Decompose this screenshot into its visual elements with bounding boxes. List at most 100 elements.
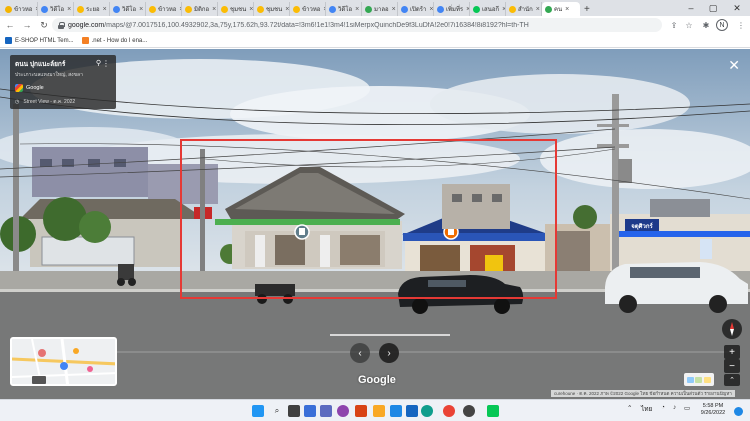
browser-tab[interactable]: วิดีโอ × [38, 2, 74, 16]
tab-close-icon[interactable]: × [139, 6, 143, 13]
bookmark-item[interactable]: .net - How do I ena... [81, 37, 147, 44]
camera-icon[interactable] [463, 405, 475, 417]
powerpoint-icon[interactable] [355, 405, 367, 417]
tab-favicon-icon [257, 5, 264, 13]
line-icon[interactable] [487, 405, 499, 417]
browser-tab[interactable]: ระยอ × [74, 2, 110, 16]
browser-tab[interactable]: ข้าวหอ× [290, 2, 326, 16]
browser-tab[interactable]: เสนอกี × [470, 2, 506, 16]
google-watermark: Google [358, 374, 396, 386]
profile-avatar[interactable]: N [716, 19, 728, 31]
file-explorer-icon[interactable] [373, 405, 385, 417]
volume-icon[interactable]: ♪ [673, 404, 676, 411]
tab-favicon-icon [113, 5, 120, 13]
browser-tab[interactable]: เปิดร้า × [398, 2, 434, 16]
bookmark-star-icon[interactable]: ☆ [683, 19, 695, 31]
tab-label: ข้าวหอ [14, 7, 33, 13]
bookmark-favicon-icon [81, 37, 89, 44]
tab-close-icon[interactable]: × [536, 6, 540, 13]
task-view-icon[interactable] [288, 405, 300, 417]
tab-favicon-icon [149, 5, 156, 13]
shop-sign-text: จตุศิวกร์ [631, 222, 653, 230]
compass-icon[interactable] [722, 319, 742, 339]
capture-date[interactable]: ◷ Street View - ต.ค. 2022 [15, 98, 111, 106]
location-pin-icon[interactable]: ⚲ [96, 59, 101, 67]
tab-close-icon[interactable]: × [67, 6, 71, 13]
battery-icon[interactable]: ▭ [684, 404, 690, 412]
widgets-icon[interactable] [304, 405, 316, 417]
browser-tab[interactable]: มาลอ × [362, 2, 398, 16]
browser-tab[interactable]: ชุมชน × [254, 2, 290, 16]
teams-icon[interactable] [320, 405, 332, 417]
tab-favicon-icon [77, 5, 84, 13]
tab-close-icon[interactable]: × [249, 6, 253, 13]
tab-close-icon[interactable]: × [103, 6, 107, 13]
street-view-panorama[interactable]: อาหารทะเล จตุศิวกร์ [0, 49, 750, 399]
tray-chevron-icon[interactable]: ⌃ [627, 404, 632, 412]
provider-line: Google [15, 84, 111, 92]
maximize-button[interactable]: ▢ [702, 0, 724, 16]
minimap[interactable] [10, 337, 117, 386]
tab-label: เปิดร้า [410, 7, 427, 13]
address-bar[interactable]: google.com/maps/@7.0017516,100.4932902,3… [52, 18, 662, 32]
chrome-icon[interactable] [443, 405, 455, 417]
tab-close-icon[interactable]: × [212, 6, 216, 13]
bookmarks-bar: E-SHOP HTML Tem... .net - How do I ena..… [0, 34, 750, 48]
menu-dots-icon[interactable]: ⋮ [735, 19, 747, 31]
browser-tab[interactable]: เพิ่มที่ร × [434, 2, 470, 16]
google-logo-icon [15, 84, 23, 92]
edge-icon[interactable] [421, 405, 433, 417]
chat-icon[interactable] [337, 405, 349, 417]
clock-icon: ◷ [15, 99, 20, 105]
tab-label: วิดีโอ [50, 7, 65, 13]
tab-close-icon[interactable]: × [392, 6, 396, 13]
location-info-card: ตนน ปุกแนะล์ยกร์ ประเภาะบลแหงมาใหญ่, สงข… [10, 55, 116, 109]
back-arrow-icon[interactable]: ← [3, 18, 17, 32]
language-indicator[interactable]: ไทย [641, 404, 652, 414]
tab-close-icon[interactable]: × [429, 6, 433, 13]
browser-tab[interactable]: สำนัก × [506, 2, 542, 16]
close-street-view-icon[interactable]: ✕ [728, 57, 740, 74]
tab-favicon-icon [545, 5, 552, 13]
tab-close-icon[interactable]: × [355, 6, 359, 13]
browser-tab[interactable]: วิดีโอ × [326, 2, 362, 16]
wifi-icon[interactable]: ◔ [661, 404, 665, 411]
search-icon[interactable]: ⌕ [271, 405, 283, 417]
store-icon[interactable] [390, 405, 402, 417]
tab-close-icon[interactable]: × [565, 6, 569, 13]
new-tab-button[interactable]: + [584, 4, 590, 16]
more-options-icon[interactable]: ⋮ [102, 59, 110, 68]
browser-tab[interactable]: ข้าวหอ× [2, 2, 38, 16]
notification-icon[interactable] [734, 407, 743, 416]
tab-favicon-icon [401, 5, 408, 13]
reload-icon[interactable]: ↻ [37, 18, 51, 32]
tab-label: เพิ่มที่ร [446, 7, 464, 13]
tab-strip: ข้าวหอ×วิดีโอ×ระยอ×วิดีโอ×ข้าวหอ×มิติกอ×… [0, 0, 750, 16]
next-arrow-button[interactable]: › [379, 343, 399, 363]
url-text: google.com/maps/@7.0017516,100.4932902,3… [68, 21, 529, 29]
windows-taskbar: ⌕ ⌃ ไทย ◔ ♪ ▭ 5:58 PM 9/26/2022 [0, 399, 750, 421]
tab-close-icon[interactable]: × [285, 6, 289, 13]
tab-label: ระยอ [86, 7, 100, 13]
browser-tab[interactable]: วิดีโอ × [110, 2, 146, 16]
browser-tab[interactable]: มิติกอ × [182, 2, 218, 16]
outlook-icon[interactable] [406, 405, 418, 417]
minimize-button[interactable]: – [680, 0, 702, 16]
expand-icon[interactable]: ⌃ [724, 374, 740, 386]
forward-arrow-icon[interactable]: → [20, 18, 34, 32]
tab-label: ชุมชน [230, 7, 247, 13]
layers-button[interactable] [684, 373, 714, 386]
browser-tab[interactable]: คน × [542, 2, 580, 16]
system-clock[interactable]: 5:58 PM 9/26/2022 [696, 403, 730, 417]
previous-arrow-button[interactable]: ‹ [350, 343, 370, 363]
share-icon[interactable]: ⇪ [668, 19, 680, 31]
browser-tab[interactable]: ชุมชน × [218, 2, 254, 16]
zoom-out-button[interactable]: − [724, 359, 740, 373]
extensions-icon[interactable]: ✱ [700, 19, 712, 31]
close-window-button[interactable]: ✕ [726, 0, 748, 16]
start-icon[interactable] [252, 405, 264, 417]
browser-tab[interactable]: ข้าวหอ× [146, 2, 182, 16]
zoom-in-button[interactable]: + [724, 345, 740, 359]
bookmark-item[interactable]: E-SHOP HTML Tem... [5, 37, 74, 44]
tab-favicon-icon [473, 5, 480, 13]
